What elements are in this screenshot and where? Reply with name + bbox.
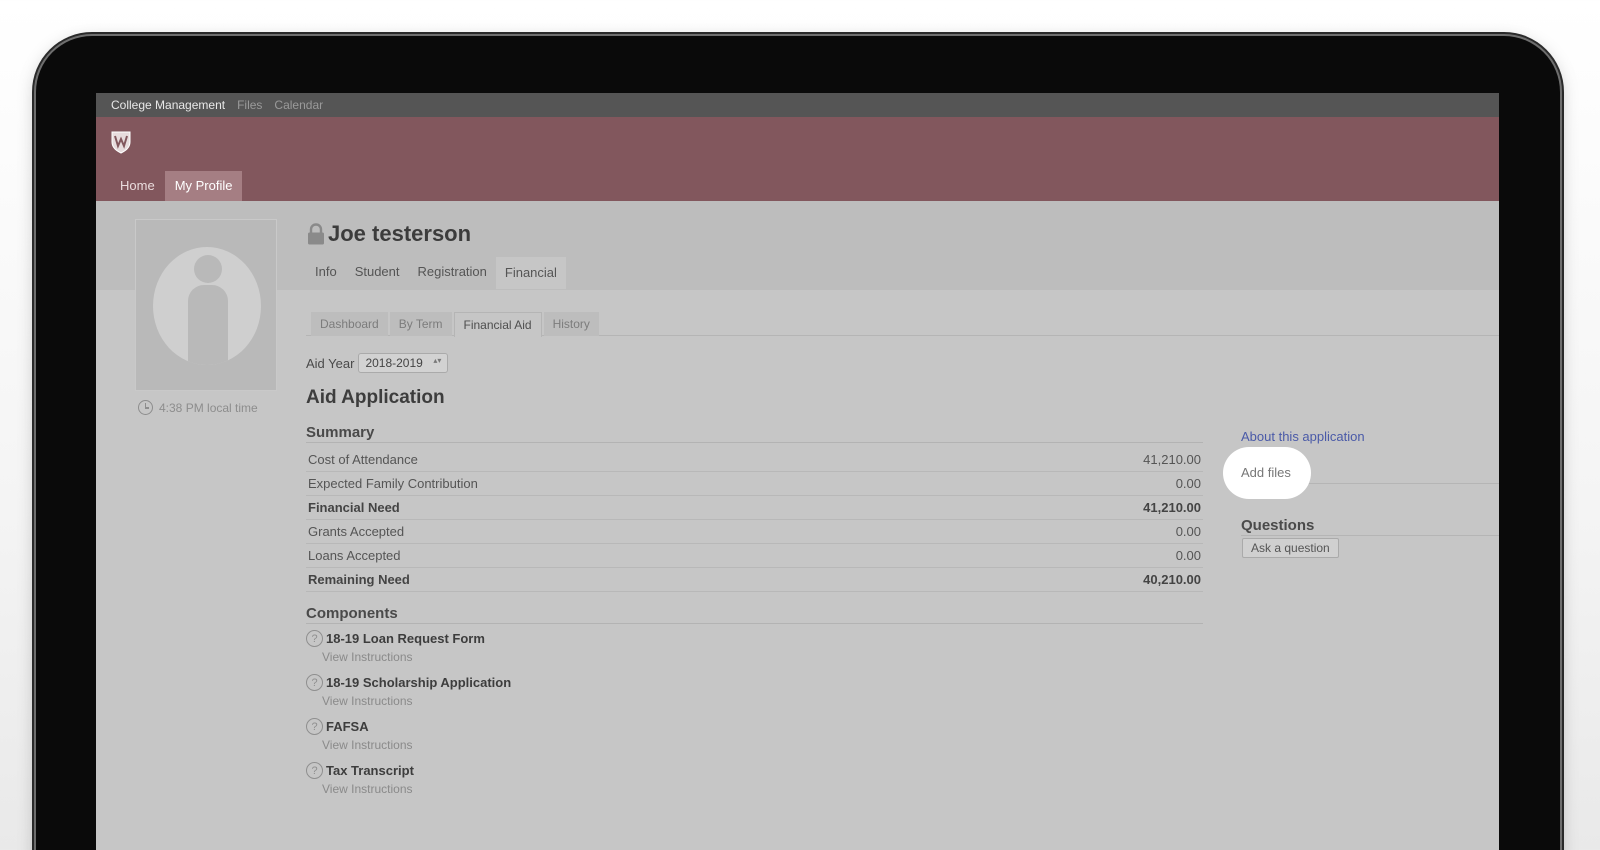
view-instructions-link[interactable]: View Instructions xyxy=(322,694,511,708)
component-item: ? 18-19 Scholarship Application View Instr… xyxy=(306,674,511,718)
profile-tabs: Info Student Registration Financial xyxy=(306,257,566,289)
summary-heading: Summary xyxy=(306,424,1203,443)
summary-label: Remaining Need xyxy=(308,572,410,587)
about-application-link[interactable]: About this application xyxy=(1241,429,1365,444)
components-heading: Components xyxy=(306,605,1203,624)
main-nav: Home My Profile xyxy=(110,171,243,201)
files-link[interactable]: Files xyxy=(237,98,262,112)
subtab-by-term[interactable]: By Term xyxy=(389,312,452,336)
component-title[interactable]: FAFSA xyxy=(326,719,369,734)
summary-label: Financial Need xyxy=(308,500,400,515)
ask-question-button[interactable]: Ask a question xyxy=(1242,538,1339,558)
help-icon[interactable]: ? xyxy=(306,674,323,691)
summary-label: Loans Accepted xyxy=(308,548,401,563)
summary-row: Loans Accepted 0.00 xyxy=(306,544,1203,568)
help-icon[interactable]: ? xyxy=(306,630,323,647)
subtab-history[interactable]: History xyxy=(543,312,599,336)
lock-icon xyxy=(308,223,324,245)
summary-value: 0.00 xyxy=(1175,476,1201,491)
help-icon[interactable]: ? xyxy=(306,762,323,779)
component-title-row: ? FAFSA xyxy=(306,718,511,735)
tab-info[interactable]: Info xyxy=(306,257,346,289)
avatar-head xyxy=(194,255,222,283)
app-title[interactable]: College Management xyxy=(111,98,225,112)
summary-value: 40,210.00 xyxy=(1143,572,1201,587)
component-title[interactable]: 18-19 Scholarship Application xyxy=(326,675,511,690)
summary-row: Financial Need 41,210.00 xyxy=(306,496,1203,520)
app-screen: College Management Files Calendar Home M… xyxy=(96,93,1499,850)
aid-year-value: 2018-2019 xyxy=(365,356,423,370)
add-files-link[interactable]: Add files xyxy=(1241,465,1291,480)
subtab-financial-aid[interactable]: Financial Aid xyxy=(453,312,542,337)
profile-name-row: Joe testerson xyxy=(306,221,471,247)
component-title-row: ? 18-19 Loan Request Form xyxy=(306,630,511,647)
aid-year-row: Aid Year 2018-2019 ▴▾ xyxy=(306,353,449,373)
calendar-link[interactable]: Calendar xyxy=(274,98,323,112)
header-banner: Home My Profile xyxy=(96,117,1499,201)
view-instructions-link[interactable]: View Instructions xyxy=(322,782,511,796)
page-title: Joe testerson xyxy=(328,221,472,246)
summary-label: Expected Family Contribution xyxy=(308,476,478,491)
component-item: ? 18-19 Loan Request Form View Instruction… xyxy=(306,630,511,674)
summary-row: Grants Accepted 0.00 xyxy=(306,520,1203,544)
select-arrows-icon: ▴▾ xyxy=(433,356,442,365)
summary-value: 0.00 xyxy=(1175,524,1201,539)
questions-heading: Questions xyxy=(1241,517,1315,534)
view-instructions-link[interactable]: View Instructions xyxy=(322,650,511,664)
component-title[interactable]: 18-19 Loan Request Form xyxy=(326,631,485,646)
avatar xyxy=(135,219,277,391)
summary-value: 41,210.00 xyxy=(1143,452,1201,467)
application-title: Aid Application xyxy=(306,387,445,408)
tab-registration[interactable]: Registration xyxy=(409,257,496,289)
component-item: ? FAFSA View Instructions xyxy=(306,718,511,762)
tab-financial[interactable]: Financial xyxy=(495,257,566,289)
nav-home[interactable]: Home xyxy=(110,171,165,201)
aid-year-label: Aid Year xyxy=(306,355,355,371)
view-instructions-link[interactable]: View Instructions xyxy=(322,738,511,752)
summary-row: Remaining Need 40,210.00 xyxy=(306,568,1203,592)
top-bar: College Management Files Calendar xyxy=(96,93,1499,117)
summary-table: Cost of Attendance 41,210.00 Expected Fami… xyxy=(306,448,1203,592)
components-list: ? 18-19 Loan Request Form View Instruction… xyxy=(306,630,511,806)
component-title-row: ? 18-19 Scholarship Application xyxy=(306,674,511,691)
local-time-text: 4:38 PM local time xyxy=(159,400,258,415)
help-icon[interactable]: ? xyxy=(306,718,323,735)
summary-label: Grants Accepted xyxy=(308,524,405,539)
clock-icon xyxy=(138,400,153,415)
aid-year-select[interactable]: 2018-2019 ▴▾ xyxy=(358,353,449,373)
avatar-placeholder-icon xyxy=(153,247,261,365)
tab-student[interactable]: Student xyxy=(346,257,409,289)
nav-my-profile[interactable]: My Profile xyxy=(164,171,243,201)
summary-row: Expected Family Contribution 0.00 xyxy=(306,472,1203,496)
component-title-row: ? Tax Transcript xyxy=(306,762,511,779)
component-item: ? Tax Transcript View Instructions xyxy=(306,762,511,806)
questions-divider xyxy=(1241,535,1499,536)
summary-value: 41,210.00 xyxy=(1143,500,1201,515)
component-title[interactable]: Tax Transcript xyxy=(326,763,414,778)
summary-label: Cost of Attendance xyxy=(308,452,418,467)
summary-row: Cost of Attendance 41,210.00 xyxy=(306,448,1203,472)
subtab-dashboard[interactable]: Dashboard xyxy=(311,312,388,336)
shield-logo-icon[interactable] xyxy=(110,130,132,154)
summary-value: 0.00 xyxy=(1175,548,1201,563)
financial-subtabs: Dashboard By Term Financial Aid History xyxy=(306,312,1499,337)
local-time: 4:38 PM local time xyxy=(138,400,258,415)
avatar-body xyxy=(188,285,228,365)
